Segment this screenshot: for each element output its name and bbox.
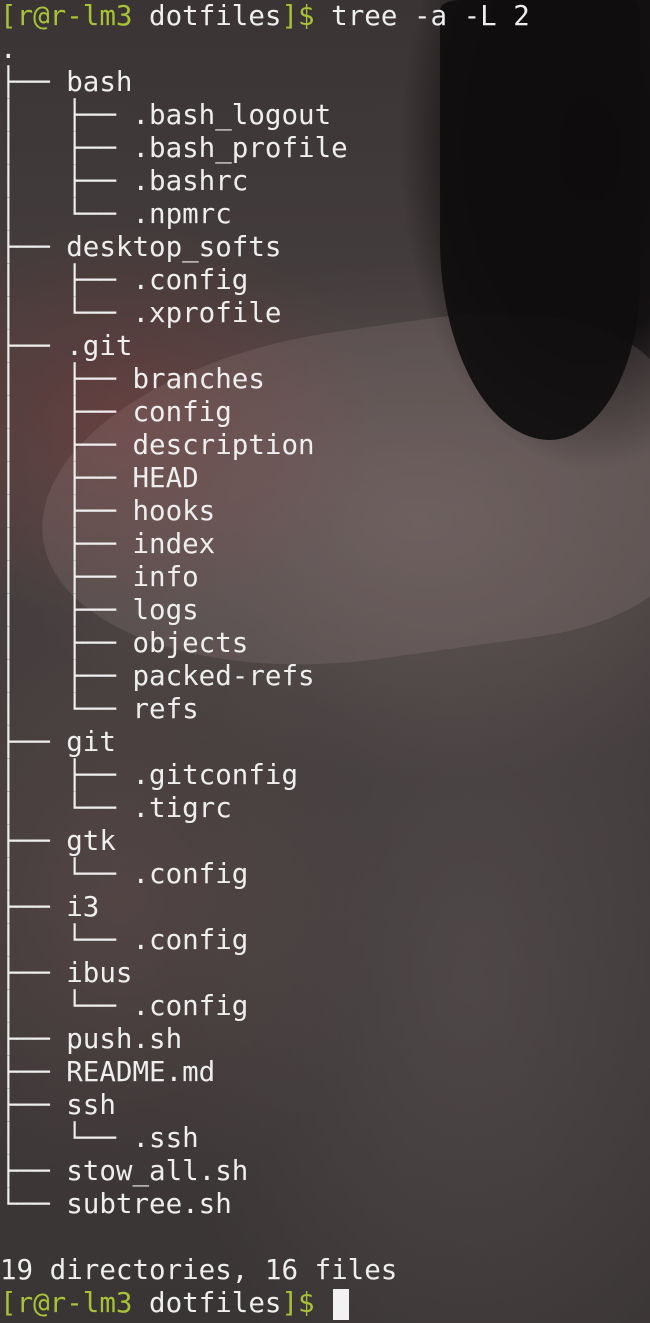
tree-line: └── subtree.sh <box>0 1188 232 1220</box>
tree-line: ├── git <box>0 726 116 758</box>
tree-line: │ ├── .config <box>0 264 249 296</box>
prompt-open-bracket: [ <box>0 0 17 32</box>
tree-line: │ ├── objects <box>0 627 249 659</box>
command-text: tree -a -L 2 <box>314 0 530 32</box>
tree-line: │ ├── .bashrc <box>0 165 249 197</box>
terminal-window[interactable]: [r@r-lm3 dotfiles]$ tree -a -L 2 . ├── ba… <box>0 0 650 1323</box>
tree-line: │ └── .npmrc <box>0 198 232 230</box>
tree-line: │ └── .config <box>0 858 249 890</box>
prompt-open-bracket: [ <box>0 1287 17 1319</box>
tree-line: │ └── .ssh <box>0 1122 199 1154</box>
tree-line: │ └── refs <box>0 693 199 725</box>
command-line: [r@r-lm3 dotfiles]$ tree -a -L 2 <box>0 0 650 33</box>
active-prompt-line[interactable]: [r@r-lm3 dotfiles]$ <box>0 1287 650 1320</box>
terminal-output[interactable]: [r@r-lm3 dotfiles]$ tree -a -L 2 . ├── ba… <box>0 0 650 1320</box>
tree-line: │ ├── info <box>0 561 199 593</box>
tree-line: ├── ibus <box>0 957 133 989</box>
tree-line: │ ├── .bash_logout <box>0 99 332 131</box>
tree-line: │ └── .xprofile <box>0 297 282 329</box>
prompt-directory: dotfiles <box>132 1287 282 1319</box>
text-cursor <box>333 1288 350 1320</box>
command-input[interactable] <box>315 1287 332 1319</box>
prompt-user-host: r@r-lm3 <box>16 0 133 32</box>
tree-line: . <box>0 33 17 65</box>
tree-line: │ └── .config <box>0 990 249 1022</box>
tree-line: ├── bash <box>0 66 133 98</box>
tree-output: . ├── bash │ ├── .bash_logout │ ├── .bash_p… <box>0 33 650 1221</box>
tree-line: │ ├── index <box>0 528 216 560</box>
tree-line: │ ├── logs <box>0 594 199 626</box>
tree-line: ├── ssh <box>0 1089 116 1121</box>
tree-line: │ └── .config <box>0 924 249 956</box>
tree-line: │ ├── HEAD <box>0 462 199 494</box>
tree-line: │ ├── .bash_profile <box>0 132 348 164</box>
tree-line: │ ├── packed-refs <box>0 660 315 692</box>
tree-line: ├── push.sh <box>0 1023 183 1055</box>
tree-line: │ ├── branches <box>0 363 265 395</box>
prompt-directory: dotfiles <box>132 0 282 32</box>
tree-line: │ ├── hooks <box>0 495 216 527</box>
tree-line: │ ├── .gitconfig <box>0 759 299 791</box>
tree-line: ├── .git <box>0 330 133 362</box>
tree-summary: 19 directories, 16 files <box>0 1254 398 1286</box>
tree-line: │ ├── config <box>0 396 232 428</box>
tree-line: ├── stow_all.sh <box>0 1155 249 1187</box>
prompt-user-host: r@r-lm3 <box>16 1287 133 1319</box>
tree-line: │ └── .tigrc <box>0 792 232 824</box>
prompt-close-bracket: ]$ <box>281 1287 315 1319</box>
tree-line: ├── i3 <box>0 891 100 923</box>
prompt-close-bracket: ]$ <box>281 0 315 32</box>
tree-line: ├── desktop_softs <box>0 231 282 263</box>
tree-line: ├── README.md <box>0 1056 216 1088</box>
tree-line: ├── gtk <box>0 825 116 857</box>
tree-line: │ ├── description <box>0 429 315 461</box>
